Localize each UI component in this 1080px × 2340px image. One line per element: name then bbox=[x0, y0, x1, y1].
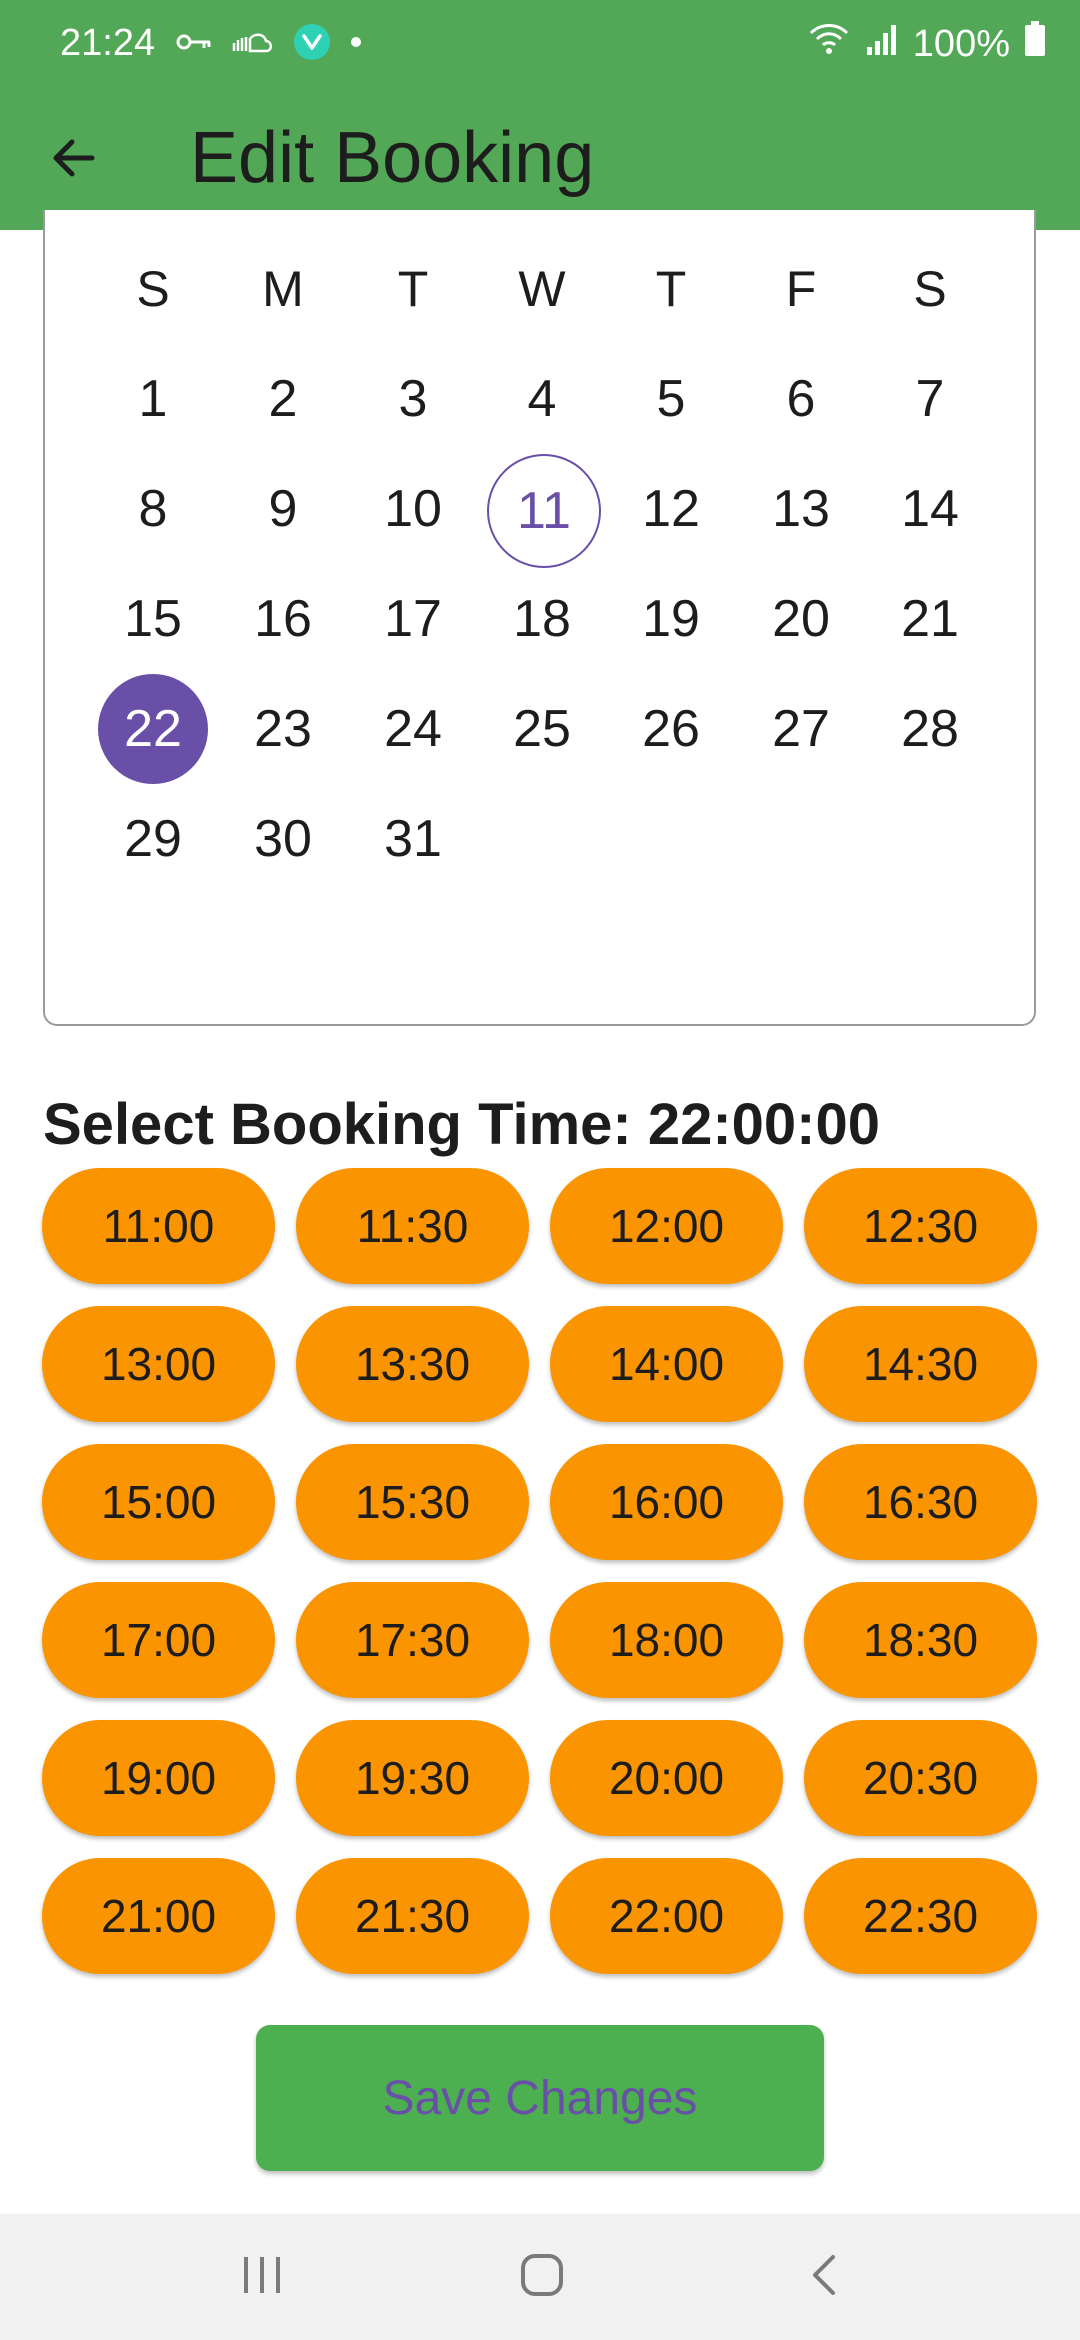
weekday-thursday: T bbox=[655, 261, 687, 317]
calendar-day[interactable]: 10 bbox=[358, 454, 468, 564]
vpn-app-icon bbox=[292, 22, 332, 67]
time-slot-button[interactable]: 16:30 bbox=[804, 1444, 1037, 1560]
navigation-bar bbox=[0, 2214, 1080, 2340]
calendar-day[interactable]: 15 bbox=[98, 564, 208, 674]
calendar-day[interactable]: 26 bbox=[616, 674, 726, 784]
time-slot-button[interactable]: 21:30 bbox=[296, 1858, 529, 1974]
calendar-day[interactable]: 19 bbox=[616, 564, 726, 674]
calendar-day[interactable]: 2 bbox=[228, 344, 338, 454]
calendar-day[interactable]: 9 bbox=[228, 454, 338, 564]
calendar-day[interactable]: 4 bbox=[487, 344, 597, 454]
calendar-day[interactable]: 14 bbox=[875, 454, 985, 564]
calendar-day[interactable]: 24 bbox=[358, 674, 468, 784]
calendar-day[interactable]: 31 bbox=[358, 784, 468, 894]
calendar-day[interactable]: 12 bbox=[616, 454, 726, 564]
time-slot-button[interactable]: 22:30 bbox=[804, 1858, 1037, 1974]
save-changes-button[interactable]: Save Changes bbox=[256, 2025, 824, 2171]
time-slot-button[interactable]: 11:00 bbox=[42, 1168, 275, 1284]
time-slot-button[interactable]: 11:30 bbox=[296, 1168, 529, 1284]
battery-icon bbox=[1024, 21, 1046, 67]
time-slot-button[interactable]: 19:30 bbox=[296, 1720, 529, 1836]
calendar-day[interactable]: 7 bbox=[875, 344, 985, 454]
calendar-day[interactable]: 1 bbox=[98, 344, 208, 454]
calendar-day[interactable]: 18 bbox=[487, 564, 597, 674]
calendar-day[interactable]: 20 bbox=[746, 564, 856, 674]
back-icon bbox=[809, 2253, 839, 2302]
status-icons-left bbox=[176, 22, 362, 66]
calendar-day[interactable]: 3 bbox=[358, 344, 468, 454]
time-slot-button[interactable]: 13:30 bbox=[296, 1306, 529, 1422]
calendar-day[interactable]: 5 bbox=[616, 344, 726, 454]
time-slot-button[interactable]: 12:00 bbox=[550, 1168, 783, 1284]
calendar-day-selected[interactable]: 22 bbox=[98, 674, 208, 784]
system-back-button[interactable] bbox=[784, 2237, 864, 2317]
status-time: 21:24 bbox=[60, 22, 156, 64]
time-slot-button[interactable]: 13:00 bbox=[42, 1306, 275, 1422]
calendar-day[interactable]: 6 bbox=[746, 344, 856, 454]
battery-percent: 100% bbox=[912, 22, 1010, 65]
time-slot-button[interactable]: 14:30 bbox=[804, 1306, 1037, 1422]
status-icons-right: 100% bbox=[807, 21, 1046, 67]
calendar-day[interactable]: 23 bbox=[228, 674, 338, 784]
dot-icon bbox=[350, 35, 362, 53]
time-slot-button[interactable]: 17:00 bbox=[42, 1582, 275, 1698]
calendar-day[interactable]: 17 bbox=[358, 564, 468, 674]
time-slot-button[interactable]: 18:30 bbox=[804, 1582, 1037, 1698]
page-title: Edit Booking bbox=[190, 118, 595, 198]
signal-icon bbox=[865, 21, 899, 67]
time-slot-button[interactable]: 22:00 bbox=[550, 1858, 783, 1974]
calendar-day[interactable]: 29 bbox=[98, 784, 208, 894]
time-slot-button[interactable]: 21:00 bbox=[42, 1858, 275, 1974]
time-slot-button[interactable]: 20:00 bbox=[550, 1720, 783, 1836]
weekday-monday: M bbox=[262, 261, 304, 317]
calendar-day[interactable]: 30 bbox=[228, 784, 338, 894]
home-icon bbox=[520, 2253, 564, 2302]
calendar-day[interactable]: 27 bbox=[746, 674, 856, 784]
key-icon bbox=[176, 32, 212, 57]
calendar-day[interactable]: 25 bbox=[487, 674, 597, 784]
calendar-day[interactable]: 28 bbox=[875, 674, 985, 784]
recent-apps-button[interactable] bbox=[222, 2237, 302, 2317]
time-slot-button[interactable]: 20:30 bbox=[804, 1720, 1037, 1836]
time-slot-grid: 11:00 11:30 12:00 12:30 13:00 13:30 14:0… bbox=[42, 1168, 1038, 1974]
cloud-icon bbox=[230, 31, 274, 58]
calendar-day[interactable]: 13 bbox=[746, 454, 856, 564]
weekday-friday: F bbox=[785, 261, 817, 317]
weekday-wednesday: W bbox=[518, 261, 566, 317]
status-bar: 21:24 100% bbox=[0, 0, 1080, 86]
calendar: S M T W T F S 1 2 3 4 5 6 7 8 9 10 11 12… bbox=[43, 210, 1036, 1026]
weekday-sunday: S bbox=[136, 261, 170, 317]
recent-apps-icon bbox=[240, 2255, 284, 2300]
booking-time-heading: Select Booking Time: 22:00:00 bbox=[43, 1092, 881, 1157]
time-slot-button[interactable]: 18:00 bbox=[550, 1582, 783, 1698]
home-button[interactable] bbox=[502, 2237, 582, 2317]
time-slot-button[interactable]: 15:30 bbox=[296, 1444, 529, 1560]
calendar-day[interactable]: 21 bbox=[875, 564, 985, 674]
time-slot-button[interactable]: 15:00 bbox=[42, 1444, 275, 1560]
calendar-day[interactable]: 16 bbox=[228, 564, 338, 674]
app-bar: Edit Booking bbox=[0, 86, 1080, 230]
calendar-day-today[interactable]: 11 bbox=[487, 454, 601, 568]
arrow-left-icon bbox=[50, 134, 98, 187]
time-slot-button[interactable]: 16:00 bbox=[550, 1444, 783, 1560]
time-slot-button[interactable]: 12:30 bbox=[804, 1168, 1037, 1284]
time-slot-button[interactable]: 14:00 bbox=[550, 1306, 783, 1422]
weekday-saturday: S bbox=[913, 261, 947, 317]
weekday-tuesday: T bbox=[397, 261, 429, 317]
back-button[interactable] bbox=[34, 120, 114, 200]
time-slot-button[interactable]: 17:30 bbox=[296, 1582, 529, 1698]
wifi-icon bbox=[807, 21, 851, 67]
calendar-day[interactable]: 8 bbox=[98, 454, 208, 564]
time-slot-button[interactable]: 19:00 bbox=[42, 1720, 275, 1836]
